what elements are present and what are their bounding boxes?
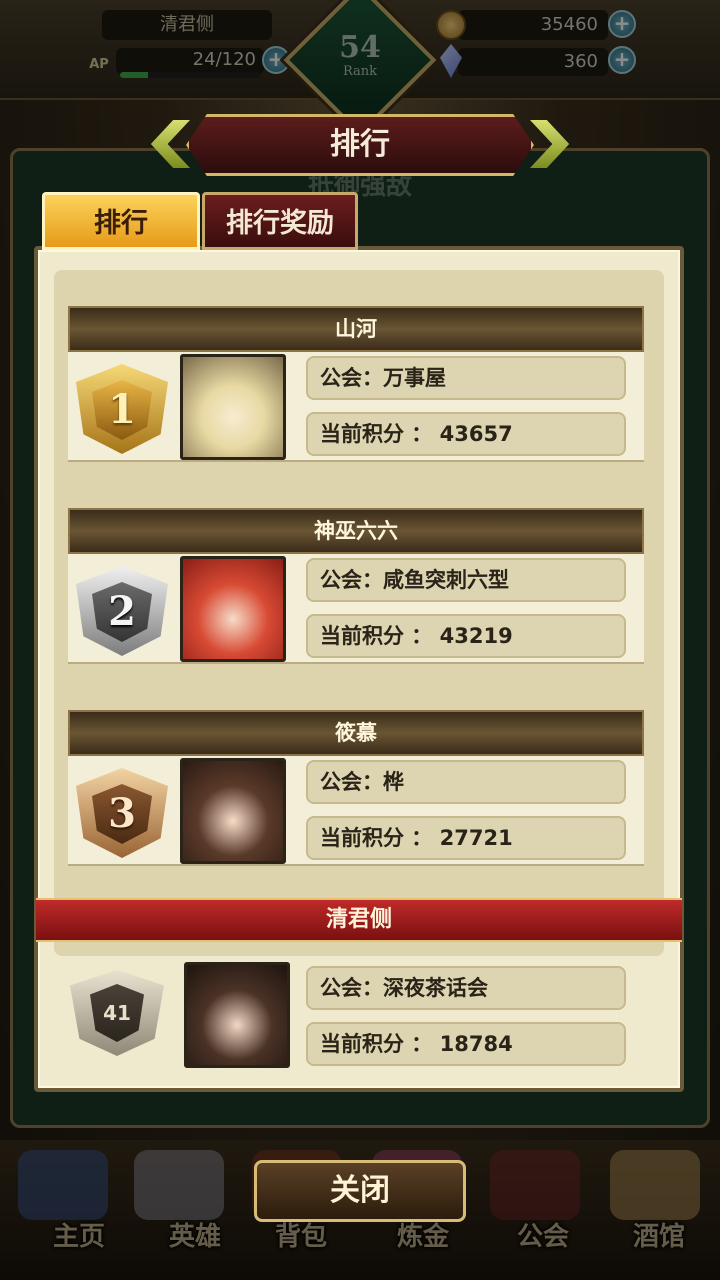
ranking-list[interactable]: 山河 1 公会：万事屋 当前积分 ： 43657 神巫六六 2 公会：咸鱼突刺六…	[54, 290, 664, 866]
entry-player-name: 筱慕	[68, 710, 644, 756]
ranking-entry: 神巫六六 2 公会：咸鱼突刺六型 当前积分 ： 43219	[68, 492, 644, 664]
self-ranking-entry: 41 公会：深夜茶话会 当前积分 ： 18784	[66, 958, 646, 1068]
entry-guild: 公会：咸鱼突刺六型	[306, 558, 626, 602]
self-rank: 41	[103, 1001, 131, 1025]
avatar[interactable]	[180, 354, 286, 460]
entry-score: 当前积分 ： 43219	[306, 614, 626, 658]
entry-body: 2 公会：咸鱼突刺六型 当前积分 ： 43219	[68, 554, 644, 664]
tab-ranking-rewards[interactable]: 排行奖励	[202, 192, 358, 250]
entry-rank: 3	[108, 790, 136, 837]
avatar[interactable]	[180, 556, 286, 662]
entry-body: 3 公会：桦 当前积分 ： 27721	[68, 756, 644, 866]
self-guild: 公会：深夜茶话会	[306, 966, 626, 1010]
entry-rank: 1	[108, 386, 136, 433]
avatar[interactable]	[184, 962, 290, 1068]
tab-ranking[interactable]: 排行	[42, 192, 200, 250]
self-score: 当前积分 ： 18784	[306, 1022, 626, 1066]
avatar[interactable]	[180, 758, 286, 864]
ranking-entry: 筱慕 3 公会：桦 当前积分 ： 27721	[68, 694, 644, 866]
modal-title: 排行	[330, 127, 390, 162]
self-name-banner: 清君侧	[36, 898, 682, 942]
entry-rank: 2	[108, 588, 136, 635]
close-button[interactable]: 关闭	[254, 1160, 466, 1222]
entry-guild: 公会：桦	[306, 760, 626, 804]
entry-player-name: 神巫六六	[68, 508, 644, 554]
entry-score: 当前积分 ： 43657	[306, 412, 626, 456]
entry-score: 当前积分 ： 27721	[306, 816, 626, 860]
entry-player-name: 山河	[68, 306, 644, 352]
entry-guild: 公会：万事屋	[306, 356, 626, 400]
ranking-entry: 山河 1 公会：万事屋 当前积分 ： 43657	[68, 290, 644, 462]
entry-body: 1 公会：万事屋 当前积分 ： 43657	[68, 352, 644, 462]
